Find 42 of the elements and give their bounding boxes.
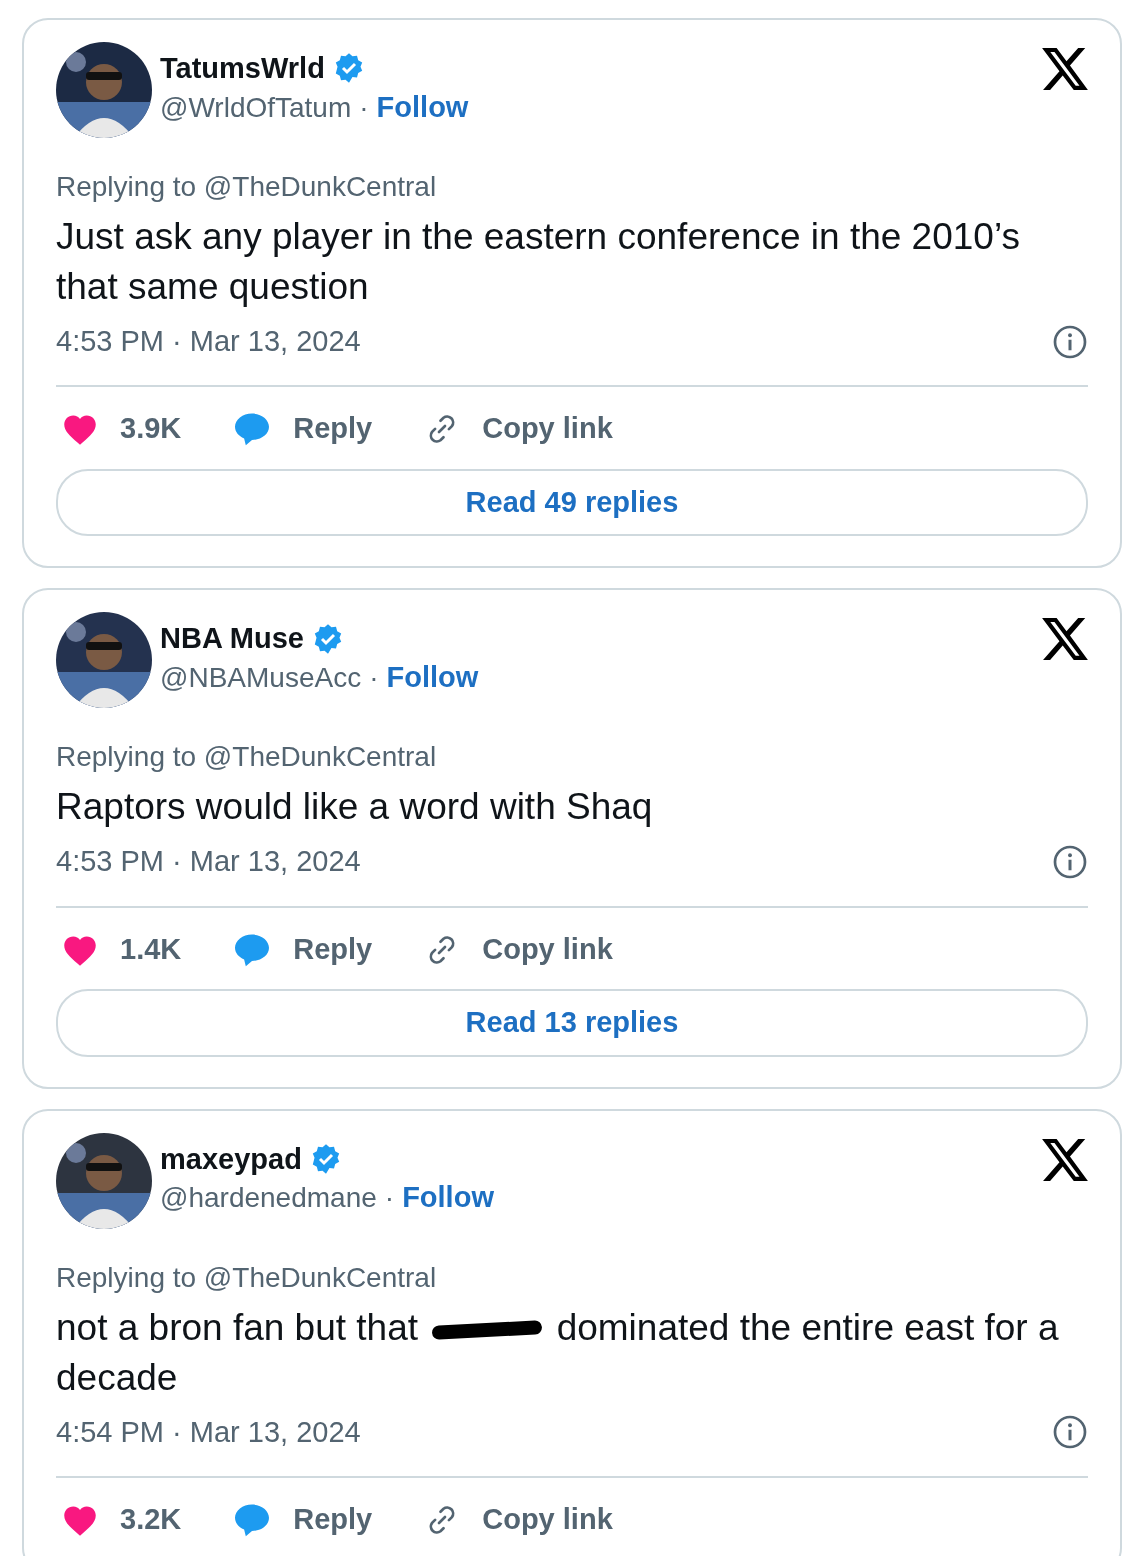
reply-button[interactable]: Reply: [233, 1498, 373, 1542]
info-icon[interactable]: [1052, 1414, 1088, 1451]
read-replies-button[interactable]: Read 13 replies: [56, 989, 1088, 1057]
timestamp: 4:53 PM · Mar 13, 2024: [56, 323, 361, 359]
tweet-text: not a bron fan but that dominated the entire east for a decade: [56, 1305, 1060, 1400]
display-name: NBA Muse: [160, 621, 304, 656]
x-logo-icon[interactable]: [1042, 1138, 1088, 1181]
display-name: TatumsWrld: [160, 50, 325, 86]
user-handle: @NBAMuseAcc: [160, 660, 362, 695]
tweet-text: Just ask any player in the eastern conference in the 2010’s that same question: [56, 215, 1021, 309]
like-button[interactable]: 3.2K: [62, 1498, 182, 1542]
like-button[interactable]: 1.4K: [62, 927, 182, 972]
follow-link[interactable]: Follow: [386, 656, 479, 700]
copy-link-button[interactable]: Copy link: [424, 407, 613, 451]
follow-link[interactable]: Follow: [402, 1176, 494, 1220]
timestamp: 4:53 PM · Mar 13, 2024: [56, 844, 361, 880]
heart-icon: [62, 413, 98, 446]
tweet-text: Raptors would like a word with Shaq: [56, 785, 654, 830]
x-logo-icon[interactable]: [1042, 48, 1088, 90]
like-button[interactable]: 3.9K: [62, 407, 182, 451]
separator-dot: ·: [359, 90, 369, 125]
replying-to-text: Replying to @TheDunkCentral: [56, 1260, 438, 1295]
info-icon[interactable]: [1052, 844, 1088, 881]
x-logo-icon[interactable]: [1042, 618, 1088, 661]
reply-button[interactable]: Reply: [233, 407, 373, 451]
display-name: maxeypad: [160, 1141, 302, 1177]
copy-link-button[interactable]: Copy link: [424, 927, 613, 972]
separator-dot: ·: [384, 1181, 395, 1215]
copy-link-button[interactable]: Copy link: [424, 1498, 613, 1542]
speech-bubble-icon: [233, 932, 272, 967]
speech-bubble-icon: [233, 1502, 272, 1537]
timestamp: 4:54 PM · Mar 13, 2024: [56, 1414, 361, 1450]
user-handle: @hardenedmane: [160, 1181, 377, 1215]
reply-button[interactable]: Reply: [233, 927, 373, 972]
separator-dot: ·: [369, 660, 379, 695]
user-handle: @WrldOfTatum: [160, 90, 352, 125]
read-replies-button[interactable]: Read 49 replies: [56, 468, 1088, 537]
follow-link[interactable]: Follow: [376, 85, 469, 130]
replying-to-text: Replying to @TheDunkCentral: [56, 740, 438, 775]
speech-bubble-icon: [233, 412, 272, 447]
replying-to-text: Replying to @TheDunkCentral: [56, 170, 438, 204]
info-icon[interactable]: [1052, 323, 1088, 360]
